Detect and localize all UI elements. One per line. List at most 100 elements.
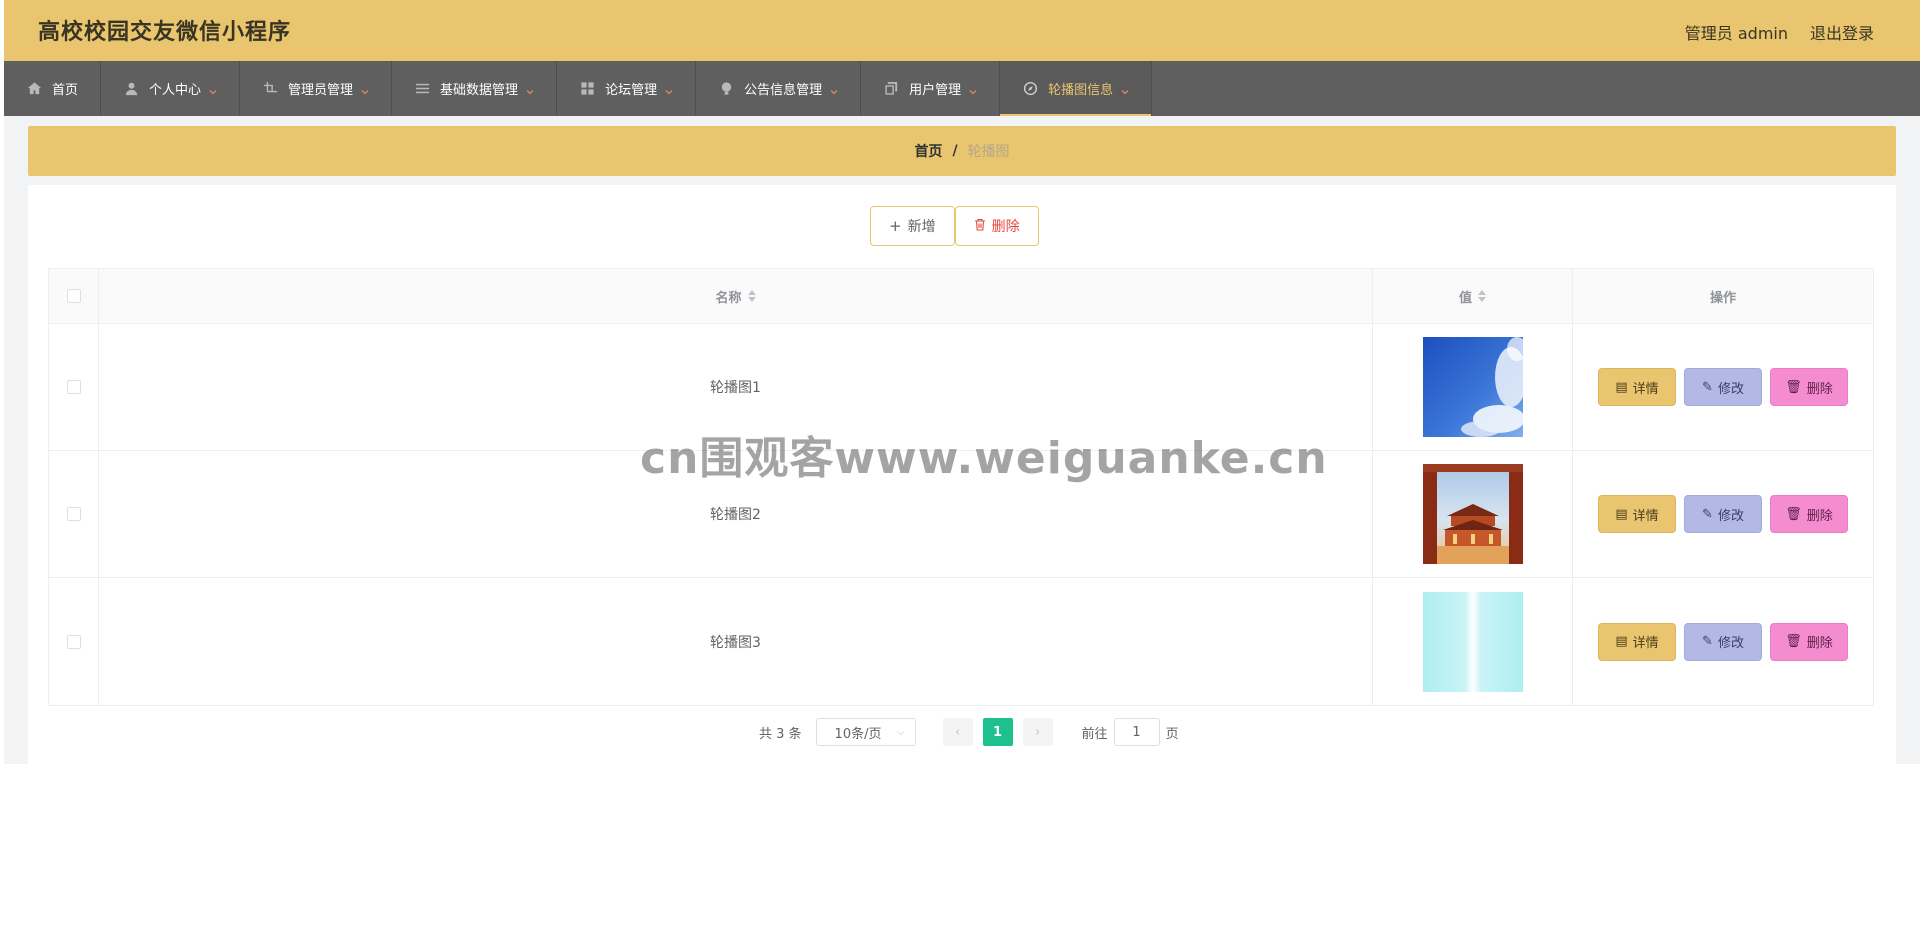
edit-button[interactable]: ✎ 修改 — [1684, 495, 1762, 533]
sort-icon[interactable] — [1478, 290, 1486, 302]
plus-icon: + — [889, 216, 902, 235]
header-name[interactable]: 名称 — [99, 269, 1373, 323]
compass-icon — [1022, 81, 1038, 97]
banner-table: 名称 值 操作 轮播图1 ▤ 详情 ✎ 修改 🗑 删除 轮播图2 ▤ 详情 ✎ … — [48, 268, 1874, 706]
nav-item-users[interactable]: 用户管理 — [861, 61, 1001, 116]
chevron-down-icon — [969, 85, 977, 95]
table-header: 名称 值 操作 — [49, 269, 1873, 324]
nav-item-admin[interactable]: 管理员管理 — [240, 61, 393, 116]
batch-delete-button[interactable]: 删除 — [954, 206, 1039, 246]
trash-icon: 🗑 — [1785, 506, 1802, 522]
chevron-down-icon — [209, 85, 217, 95]
nav-item-label: 论坛管理 — [605, 83, 658, 98]
app-frame: 高校校园交友微信小程序 管理员 admin 退出登录 首页 个人中心 管理员管理… — [4, 0, 1920, 931]
goto-label: 前往 — [1081, 726, 1108, 742]
bulb-icon — [718, 81, 734, 97]
table-row: 轮播图3 ▤ 详情 ✎ 修改 🗑 删除 — [49, 578, 1873, 705]
detail-label: 详情 — [1632, 381, 1659, 397]
logout-link[interactable]: 退出登录 — [1810, 20, 1874, 44]
row-name: 轮播图3 — [99, 578, 1373, 705]
edit-label: 修改 — [1717, 508, 1744, 524]
nav-item-basic-data[interactable]: 基础数据管理 — [392, 61, 558, 116]
chevron-down-icon — [1121, 85, 1129, 95]
nav-item-label: 公告信息管理 — [744, 83, 823, 98]
detail-button[interactable]: ▤ 详情 — [1598, 622, 1676, 661]
add-button[interactable]: + 新增 — [870, 206, 955, 246]
row-ops: ▤ 详情 ✎ 修改 🗑 删除 — [1573, 451, 1873, 577]
row-checkbox[interactable] — [66, 507, 81, 521]
detail-label: 详情 — [1632, 636, 1659, 651]
page-number-current[interactable]: 1 — [982, 718, 1013, 746]
chevron-down-icon — [665, 85, 673, 95]
document-icon: ▤ — [1615, 506, 1628, 522]
nav-item-home[interactable]: 首页 — [4, 61, 102, 116]
add-button-label: 新增 — [907, 219, 936, 235]
chevron-down-icon — [361, 85, 369, 95]
menu-icon — [414, 81, 430, 97]
row-check-cell — [49, 578, 99, 705]
header-check-cell — [49, 269, 99, 323]
delete-button[interactable]: 🗑 删除 — [1770, 622, 1848, 661]
row-checkbox[interactable] — [66, 634, 81, 649]
crop-icon — [262, 81, 278, 97]
header-name-label: 名称 — [715, 290, 742, 306]
detail-button[interactable]: ▤ 详情 — [1598, 495, 1676, 533]
breadcrumb: 首页 / 轮播图 — [28, 126, 1896, 176]
chevron-down-icon — [830, 85, 838, 95]
next-page-button[interactable]: › — [1022, 718, 1053, 746]
document-icon: ▤ — [1615, 379, 1628, 395]
delete-button[interactable]: 🗑 删除 — [1770, 495, 1848, 533]
page-size-select[interactable]: 10条/页 ⌵ — [815, 718, 916, 746]
user-icon — [123, 81, 139, 97]
chevron-down-icon: ⌵ — [896, 726, 905, 738]
edit-icon: ✎ — [1702, 634, 1713, 649]
trash-icon — [974, 218, 986, 234]
header-value-label: 值 — [1458, 290, 1472, 306]
row-ops: ▤ 详情 ✎ 修改 🗑 删除 — [1573, 324, 1873, 450]
breadcrumb-current: 轮播图 — [967, 144, 1010, 160]
nav-item-label: 用户管理 — [909, 83, 962, 98]
banner-thumbnail[interactable] — [1422, 591, 1523, 692]
select-all-checkbox[interactable] — [66, 289, 81, 303]
delete-label: 删除 — [1806, 508, 1833, 524]
row-value — [1373, 578, 1573, 705]
row-ops: ▤ 详情 ✎ 修改 🗑 删除 — [1573, 578, 1873, 705]
goto-page-input[interactable] — [1113, 718, 1160, 746]
banner-thumbnail[interactable] — [1422, 337, 1523, 437]
home-icon — [26, 81, 42, 97]
row-checkbox[interactable] — [66, 380, 81, 394]
header-ops-label: 操作 — [1709, 290, 1736, 306]
prev-page-button[interactable]: ‹ — [942, 718, 973, 746]
nav-item-forum[interactable]: 论坛管理 — [557, 61, 697, 116]
edit-label: 修改 — [1717, 636, 1744, 651]
delete-button[interactable]: 🗑 删除 — [1770, 368, 1848, 406]
current-user: 管理员 admin — [1684, 24, 1788, 43]
nav-item-banner[interactable]: 轮播图信息 — [1000, 61, 1153, 116]
header-value[interactable]: 值 — [1373, 269, 1573, 323]
row-check-cell — [49, 451, 99, 577]
chevron-down-icon — [526, 85, 534, 95]
batch-delete-label: 删除 — [991, 219, 1020, 235]
row-name: 轮播图1 — [99, 324, 1373, 450]
document-icon: ▤ — [1615, 634, 1628, 649]
edit-button[interactable]: ✎ 修改 — [1684, 622, 1762, 661]
nav-item-label: 首页 — [52, 83, 79, 98]
main-nav: 首页 个人中心 管理员管理 基础数据管理 论坛管理 公告信息管理 用户管理 轮播… — [4, 61, 1920, 116]
pagination-total: 共 3 条 — [759, 726, 802, 742]
breadcrumb-separator: / — [952, 143, 958, 159]
detail-label: 详情 — [1632, 508, 1659, 524]
edit-button[interactable]: ✎ 修改 — [1684, 368, 1762, 406]
page-unit-label: 页 — [1165, 726, 1179, 742]
header-ops: 操作 — [1573, 269, 1873, 323]
detail-button[interactable]: ▤ 详情 — [1598, 368, 1676, 406]
banner-thumbnail[interactable] — [1422, 464, 1523, 564]
top-header: 高校校园交友微信小程序 管理员 admin 退出登录 — [4, 0, 1920, 61]
edit-icon: ✎ — [1702, 379, 1713, 395]
nav-item-personal[interactable]: 个人中心 — [101, 61, 241, 116]
row-value — [1373, 324, 1573, 450]
nav-item-notice[interactable]: 公告信息管理 — [696, 61, 862, 116]
pagination: 共 3 条 10条/页 ⌵ ‹ 1 › 前往 页 — [759, 718, 1179, 746]
breadcrumb-home[interactable]: 首页 — [914, 141, 942, 161]
edit-icon: ✎ — [1702, 506, 1713, 522]
sort-icon[interactable] — [747, 290, 756, 302]
